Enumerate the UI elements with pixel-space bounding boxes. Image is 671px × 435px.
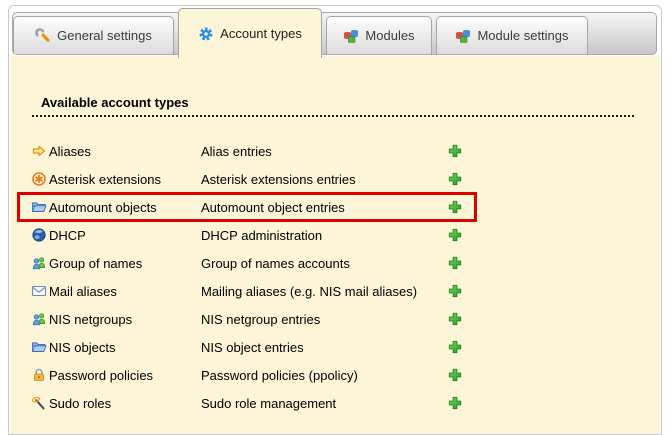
add-account-type-button[interactable] — [447, 227, 465, 243]
section-heading-wrap: Available account types — [32, 95, 634, 117]
plus-icon — [447, 143, 463, 159]
account-type-row: NIS objects NIS object entries — [31, 333, 660, 361]
account-type-name: Automount objects — [49, 200, 201, 215]
account-type-row: Mail aliases Mailing aliases (e.g. NIS m… — [31, 277, 660, 305]
account-type-icon — [31, 171, 49, 187]
add-account-type-button[interactable] — [447, 143, 465, 159]
plus-icon — [447, 227, 463, 243]
account-type-icon — [31, 227, 49, 243]
tab-bar: General settings Account types Modules M… — [12, 12, 657, 55]
tab-account-types[interactable]: Account types — [178, 8, 322, 58]
account-type-name: Mail aliases — [49, 284, 201, 299]
tab-label: General settings — [57, 28, 152, 43]
account-type-description: Automount object entries — [201, 200, 447, 215]
account-type-description: DHCP administration — [201, 228, 447, 243]
plus-icon — [447, 171, 463, 187]
account-types-panel: Available account types Aliases Alias en… — [10, 56, 660, 434]
account-type-name: NIS netgroups — [49, 312, 201, 327]
account-type-row: Asterisk extensions Asterisk extensions … — [31, 165, 660, 193]
tab-label: Modules — [365, 28, 414, 43]
account-type-row: Password policies Password policies (ppo… — [31, 361, 660, 389]
tab-label: Module settings — [477, 28, 568, 43]
modules-icon — [343, 28, 359, 44]
account-type-name: Group of names — [49, 256, 201, 271]
plus-icon — [447, 255, 463, 271]
account-type-description: Password policies (ppolicy) — [201, 368, 447, 383]
account-type-name: Password policies — [49, 368, 201, 383]
account-type-row: Automount objects Automount object entri… — [31, 193, 660, 221]
plus-icon — [447, 339, 463, 355]
account-type-icon — [31, 367, 49, 383]
account-type-row: DHCP DHCP administration — [31, 221, 660, 249]
tab-label: Account types — [220, 26, 302, 41]
account-type-icon — [31, 339, 49, 355]
account-type-icon — [31, 143, 49, 159]
settings-panel: General settings Account types Modules M… — [8, 5, 662, 435]
account-type-name: Asterisk extensions — [49, 172, 201, 187]
add-account-type-button[interactable] — [447, 199, 465, 215]
wrench-icon — [35, 28, 51, 44]
account-type-row: NIS netgroups NIS netgroup entries — [31, 305, 660, 333]
plus-icon — [447, 311, 463, 327]
tab-module-settings[interactable]: Module settings — [436, 16, 588, 54]
account-type-description: NIS object entries — [201, 340, 447, 355]
plus-icon — [447, 199, 463, 215]
add-account-type-button[interactable] — [447, 283, 465, 299]
account-type-description: Group of names accounts — [201, 256, 447, 271]
account-type-description: Alias entries — [201, 144, 447, 159]
account-type-name: NIS objects — [49, 340, 201, 355]
account-type-icon — [31, 283, 49, 299]
gear-icon — [198, 26, 214, 42]
add-account-type-button[interactable] — [447, 311, 465, 327]
account-type-row: Sudo roles Sudo role management — [31, 389, 660, 417]
account-type-row: Group of names Group of names accounts — [31, 249, 660, 277]
modules-icon — [455, 28, 471, 44]
plus-icon — [447, 367, 463, 383]
account-type-description: Mailing aliases (e.g. NIS mail aliases) — [201, 284, 447, 299]
add-account-type-button[interactable] — [447, 171, 465, 187]
account-type-icon — [31, 199, 49, 215]
tab-modules[interactable]: Modules — [326, 16, 432, 54]
section-heading: Available account types — [41, 95, 189, 110]
account-type-description: Asterisk extensions entries — [201, 172, 447, 187]
account-type-description: NIS netgroup entries — [201, 312, 447, 327]
account-type-name: Aliases — [49, 144, 201, 159]
add-account-type-button[interactable] — [447, 339, 465, 355]
add-account-type-button[interactable] — [447, 367, 465, 383]
plus-icon — [447, 395, 463, 411]
add-account-type-button[interactable] — [447, 255, 465, 271]
account-type-icon — [31, 395, 49, 411]
account-type-icon — [31, 255, 49, 271]
plus-icon — [447, 283, 463, 299]
account-type-list: Aliases Alias entries Asterisk extension… — [10, 137, 660, 417]
account-type-row: Aliases Alias entries — [31, 137, 660, 165]
account-type-description: Sudo role management — [201, 396, 447, 411]
account-type-name: Sudo roles — [49, 396, 201, 411]
account-type-name: DHCP — [49, 228, 201, 243]
tab-general-settings[interactable]: General settings — [13, 16, 174, 54]
add-account-type-button[interactable] — [447, 395, 465, 411]
account-type-icon — [31, 311, 49, 327]
